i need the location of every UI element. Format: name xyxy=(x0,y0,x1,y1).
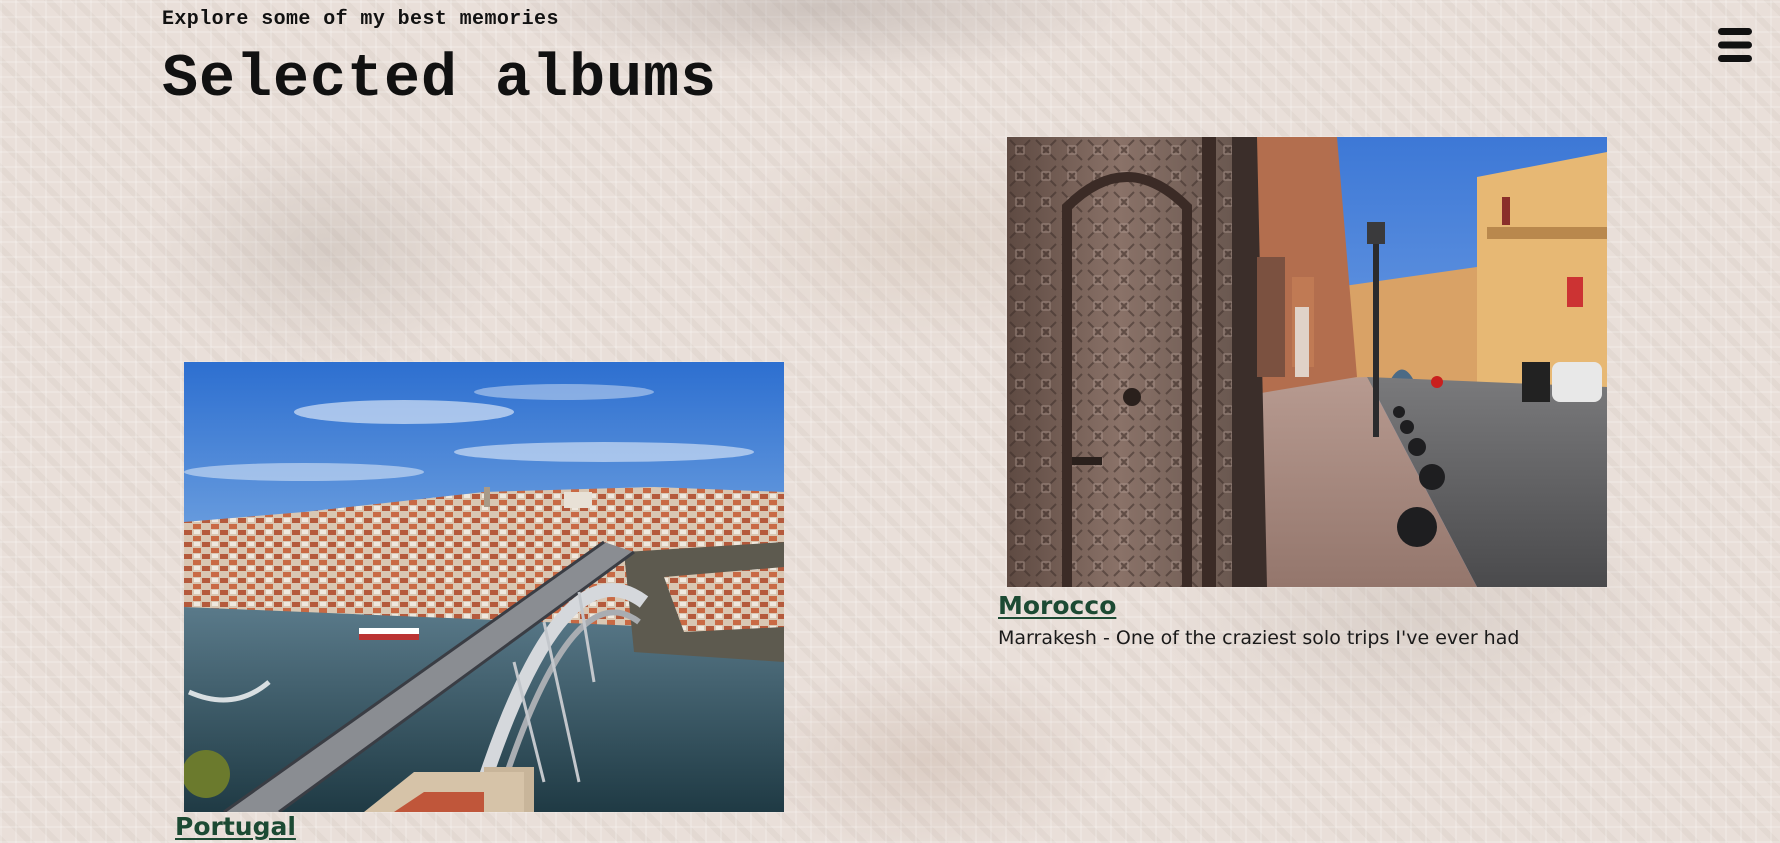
album-description-morocco: Marrakesh - One of the craziest solo tri… xyxy=(998,627,1520,649)
porto-bridge-photo xyxy=(184,362,784,812)
page-title: Selected albums xyxy=(162,46,718,114)
album-photo-portugal[interactable] xyxy=(184,362,784,812)
hamburger-menu-icon xyxy=(1718,28,1752,62)
marrakesh-street-photo xyxy=(1007,137,1607,587)
album-card-morocco: Morocco Marrakesh - One of the craziest … xyxy=(998,137,1607,649)
album-link-morocco[interactable]: Morocco xyxy=(998,587,1607,625)
album-photo-morocco[interactable] xyxy=(1007,137,1607,587)
album-link-portugal[interactable]: Portugal xyxy=(175,812,784,842)
album-card-portugal: Portugal xyxy=(175,362,784,842)
page-subtitle: Explore some of my best memories xyxy=(162,8,559,31)
hamburger-menu-button[interactable] xyxy=(1716,26,1754,64)
